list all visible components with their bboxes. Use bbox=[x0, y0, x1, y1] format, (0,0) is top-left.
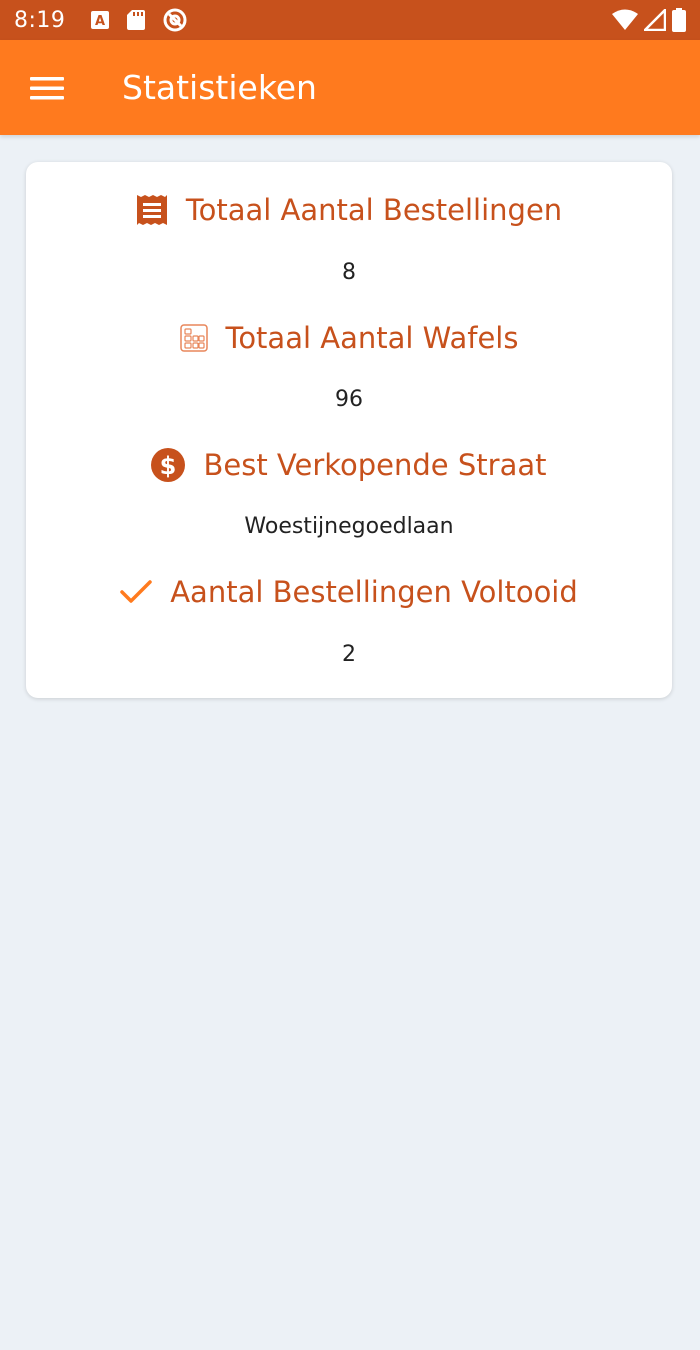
hamburger-menu-icon bbox=[30, 76, 64, 100]
page-title: Statistieken bbox=[122, 68, 317, 107]
stat-value: 2 bbox=[342, 642, 356, 667]
statistics-card: Totaal Aantal Bestellingen 8 Totaal Aant… bbox=[26, 162, 672, 698]
status-time: 8:19 bbox=[14, 7, 66, 33]
stat-label: Aantal Bestellingen Voltooid bbox=[170, 575, 578, 609]
waffle-icon bbox=[179, 324, 208, 352]
stat-heading-best-selling-street: $ Best Verkopende Straat bbox=[26, 441, 672, 489]
status-system-icons bbox=[612, 8, 686, 32]
app-bar: Statistieken bbox=[0, 40, 700, 135]
dollar-coin-icon: $ bbox=[151, 448, 186, 482]
menu-button[interactable] bbox=[23, 64, 71, 112]
svg-text:A: A bbox=[95, 14, 105, 29]
battery-icon bbox=[672, 8, 686, 32]
receipt-icon bbox=[136, 194, 168, 226]
stat-label: Best Verkopende Straat bbox=[203, 448, 547, 482]
font-notification-icon: A bbox=[91, 11, 110, 29]
stat-value: Woestijnegoedlaan bbox=[244, 514, 454, 539]
stat-label: Totaal Aantal Wafels bbox=[225, 321, 519, 355]
vpn-icon bbox=[163, 8, 187, 32]
checkmark-icon bbox=[120, 579, 152, 605]
status-notification-icons: A bbox=[91, 8, 187, 32]
sd-card-icon bbox=[127, 10, 146, 30]
wifi-icon bbox=[612, 9, 638, 31]
stat-heading-orders-completed: Aantal Bestellingen Voltooid bbox=[26, 568, 672, 616]
stat-heading-total-waffles: Totaal Aantal Wafels bbox=[26, 314, 672, 362]
stat-value: 96 bbox=[335, 387, 363, 412]
svg-text:$: $ bbox=[160, 452, 177, 480]
stat-label: Totaal Aantal Bestellingen bbox=[185, 193, 563, 227]
status-bar: 8:19 A bbox=[0, 0, 700, 40]
signal-icon bbox=[644, 9, 666, 31]
stat-heading-total-orders: Totaal Aantal Bestellingen bbox=[26, 186, 672, 234]
stat-value: 8 bbox=[342, 260, 356, 285]
